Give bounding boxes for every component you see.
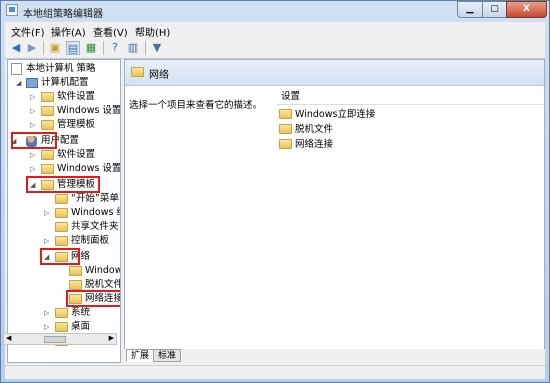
folder-icon bbox=[41, 150, 54, 160]
scroll-right-icon[interactable]: ▶ bbox=[109, 334, 114, 342]
folder-icon bbox=[55, 308, 68, 318]
status-bar bbox=[5, 365, 545, 379]
tree-pane[interactable]: 本地计算机 策略 ◢ 计算机配置 ▷ 软件设置 ▷ Windows 设置 ▷ 管… bbox=[7, 59, 121, 363]
folder-icon bbox=[69, 266, 82, 276]
help-icon[interactable]: ? bbox=[108, 41, 122, 55]
expand-arrow-icon[interactable]: ▷ bbox=[44, 320, 49, 334]
column-header-settings[interactable]: 设置 bbox=[277, 90, 544, 105]
collapse-arrow-icon[interactable]: ◢ bbox=[16, 76, 21, 90]
forward-icon[interactable]: ▶ bbox=[25, 41, 39, 55]
minimize-button[interactable]: ▁ bbox=[457, 1, 483, 18]
description-text: 选择一个项目来查看它的描述。 bbox=[129, 100, 263, 111]
folder-icon bbox=[41, 120, 54, 130]
folder-icon bbox=[69, 280, 82, 290]
folder-icon bbox=[279, 139, 292, 149]
filter-icon[interactable]: ▼ bbox=[150, 41, 164, 55]
gpedit-window: 本地组策略编辑器 ▁ ▢ X 文件(F) 操作(A) 查看(V) 帮助(H) ◀… bbox=[0, 0, 550, 383]
folder-icon bbox=[279, 124, 292, 134]
folder-icon bbox=[55, 322, 68, 332]
folder-icon bbox=[41, 106, 54, 116]
tab-standard[interactable]: 标准 bbox=[153, 349, 182, 362]
highlight-admin-templates bbox=[26, 176, 100, 193]
folder-icon bbox=[279, 109, 292, 119]
content-area: 本地计算机 策略 ◢ 计算机配置 ▷ 软件设置 ▷ Windows 设置 ▷ 管… bbox=[5, 59, 545, 365]
export-list-icon[interactable]: ▦ bbox=[84, 41, 98, 55]
toolbar: ◀ ▶ ▣ ▤ ▦ ? ▥ ▼ bbox=[5, 37, 545, 59]
folder-icon bbox=[55, 236, 68, 246]
expand-arrow-icon[interactable]: ▷ bbox=[30, 90, 35, 104]
expand-arrow-icon[interactable]: ▷ bbox=[44, 206, 49, 220]
folder-icon bbox=[131, 67, 144, 77]
expand-arrow-icon[interactable]: ▷ bbox=[30, 104, 35, 118]
expand-arrow-icon[interactable]: ▷ bbox=[30, 118, 35, 132]
toolbar-separator bbox=[103, 41, 104, 55]
highlight-user-config bbox=[11, 132, 57, 149]
scrollbar-thumb[interactable] bbox=[44, 336, 66, 343]
expand-arrow-icon[interactable]: ▷ bbox=[30, 148, 35, 162]
tree-horizontal-scrollbar[interactable]: ◀ ▶ bbox=[3, 333, 117, 345]
toolbar-separator bbox=[145, 41, 146, 55]
policy-icon bbox=[11, 63, 22, 75]
expand-arrow-icon[interactable]: ▷ bbox=[30, 162, 35, 176]
details-header: 网络 bbox=[125, 60, 544, 86]
title-bar[interactable]: 本地组策略编辑器 ▁ ▢ X bbox=[1, 1, 549, 21]
computer-icon bbox=[26, 78, 38, 88]
folder-icon bbox=[55, 222, 68, 232]
folder-icon bbox=[55, 194, 68, 204]
details-pane: 网络 选择一个项目来查看它的描述。 设置 Windows立即连接 脱机文件 网络… bbox=[124, 59, 545, 350]
expand-arrow-icon[interactable]: ▷ bbox=[44, 306, 49, 320]
tab-extended[interactable]: 扩展 bbox=[126, 349, 155, 362]
highlight-network bbox=[40, 248, 80, 265]
details-title: 网络 bbox=[149, 70, 169, 81]
view-tabs: 扩展 标准 bbox=[124, 349, 545, 363]
back-icon[interactable]: ◀ bbox=[9, 41, 23, 55]
up-folder-icon[interactable]: ▣ bbox=[48, 41, 62, 55]
app-icon bbox=[6, 4, 18, 16]
folder-icon bbox=[41, 92, 54, 102]
properties-icon[interactable]: ▥ bbox=[126, 41, 140, 55]
toolbar-separator bbox=[43, 41, 44, 55]
expand-arrow-icon[interactable]: ▷ bbox=[44, 234, 49, 248]
folder-icon bbox=[41, 164, 54, 174]
folder-icon bbox=[55, 208, 68, 218]
menu-bar: 文件(F) 操作(A) 查看(V) 帮助(H) bbox=[5, 22, 545, 39]
show-hide-tree-icon[interactable]: ▤ bbox=[66, 41, 80, 55]
close-button[interactable]: X bbox=[506, 1, 547, 18]
maximize-button[interactable]: ▢ bbox=[482, 1, 507, 18]
highlight-network-connections bbox=[66, 290, 120, 307]
window-title: 本地组策略编辑器 bbox=[23, 9, 103, 20]
scroll-left-icon[interactable]: ◀ bbox=[6, 334, 11, 342]
